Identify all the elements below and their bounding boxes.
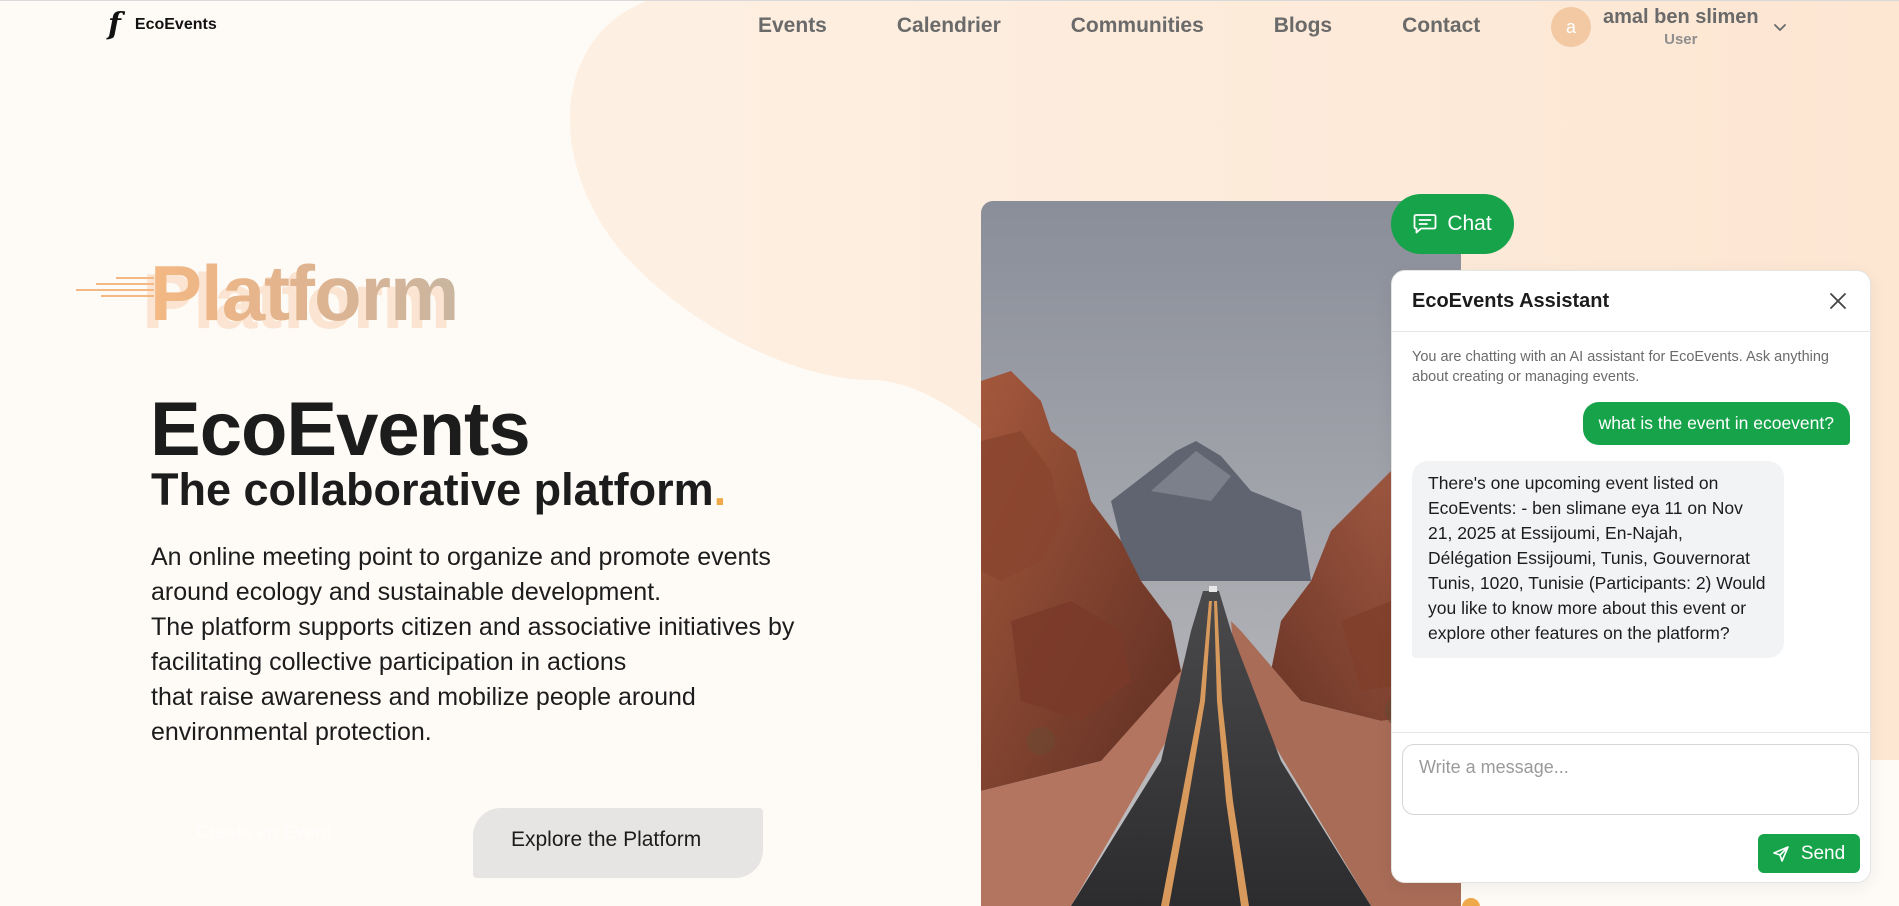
send-button[interactable]: Send	[1758, 834, 1860, 873]
user-role: User	[1664, 31, 1698, 48]
top-navbar: f EcoEvents Events Calendrier Communitie…	[0, 0, 1899, 52]
nav-item-communities[interactable]: Communities	[1071, 14, 1204, 38]
assistant-message: There's one upcoming event listed on Eco…	[1412, 461, 1784, 658]
chat-toggle-label: Chat	[1447, 212, 1492, 235]
chevron-down-icon[interactable]	[1773, 20, 1787, 34]
message-input[interactable]	[1402, 744, 1859, 815]
avatar: a	[1551, 7, 1591, 47]
hero-description-line: The platform supports citizen and associ…	[151, 613, 795, 641]
nav-item-calendrier[interactable]: Calendrier	[897, 14, 1001, 38]
brand-name: EcoEvents	[134, 16, 217, 33]
chat-bubble-icon	[1413, 214, 1437, 234]
chat-title: EcoEvents Assistant	[1412, 289, 1610, 312]
hero-description-line: facilitating collective participation in…	[151, 648, 627, 676]
hero-image-road	[981, 201, 1461, 906]
nav-item-blogs[interactable]: Blogs	[1274, 14, 1332, 38]
explore-platform-button[interactable]: Explore the Platform	[473, 808, 763, 878]
chat-intro-text: You are chatting with an AI assistant fo…	[1412, 349, 1829, 385]
send-icon	[1773, 845, 1789, 862]
create-event-button[interactable]: Create an Event →	[196, 822, 368, 843]
nav-item-contact[interactable]: Contact	[1402, 14, 1480, 38]
create-event-label: Create an Event	[196, 822, 333, 842]
main-nav: Events Calendrier Communities Blogs Cont…	[758, 14, 1480, 38]
hero-description-line: that raise awareness and mobilize people…	[151, 683, 696, 711]
hero-description-line: environmental protection.	[151, 718, 432, 746]
speed-lines-icon	[76, 277, 154, 297]
hero-subtitle-dot: .	[713, 464, 727, 515]
hero-description: An online meeting point to organize and …	[151, 540, 911, 750]
logo-icon: f	[108, 7, 121, 42]
chat-composer: Send	[1392, 732, 1870, 882]
close-icon	[1830, 293, 1846, 309]
platform-kicker: Platform	[150, 249, 459, 337]
chat-header: EcoEvents Assistant	[1392, 271, 1870, 332]
hero-subtitle-text: The collaborative platform	[151, 464, 714, 515]
hero-title: EcoEvents	[150, 387, 531, 472]
user-menu[interactable]: a amal ben slimen User	[1551, 6, 1787, 48]
user-message: what is the event in ecoevent?	[1582, 402, 1850, 445]
hero-subtitle: The collaborative platform.	[151, 464, 726, 516]
close-chat-button[interactable]	[1826, 289, 1850, 313]
user-name: amal ben slimen	[1603, 6, 1759, 28]
nav-item-events[interactable]: Events	[758, 14, 827, 38]
brand-logo[interactable]: f EcoEvents	[108, 10, 217, 40]
hero-description-line: An online meeting point to organize and …	[151, 543, 771, 571]
arrow-right-icon: →	[350, 822, 369, 842]
user-info: amal ben slimen User	[1603, 6, 1759, 48]
chat-toggle-button[interactable]: Chat	[1391, 194, 1514, 254]
send-label: Send	[1800, 842, 1846, 864]
hero-description-line: around ecology and sustainable developme…	[151, 578, 662, 606]
chat-panel: EcoEvents Assistant You are chatting wit…	[1391, 270, 1871, 883]
